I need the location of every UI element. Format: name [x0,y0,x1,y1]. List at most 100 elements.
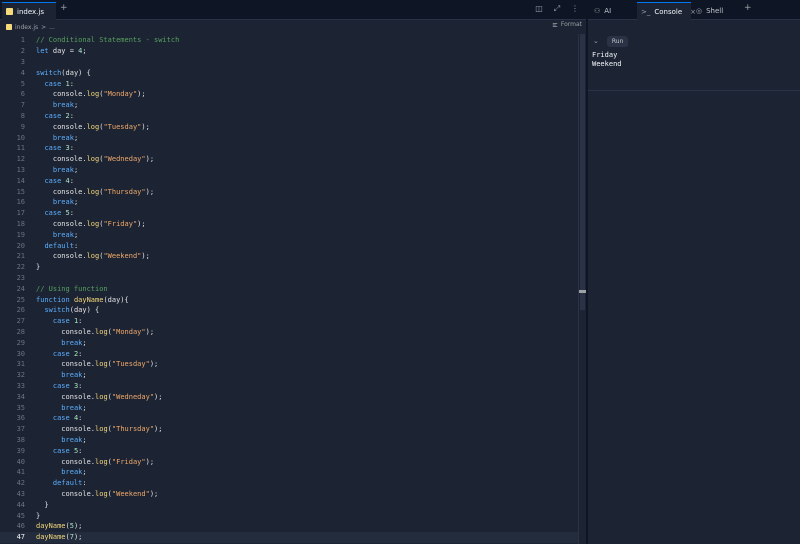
code-line[interactable]: 40 console.log("Friday"); [0,456,578,467]
ai-icon: ⚇ [594,7,601,15]
code-editor[interactable]: 1 // Conditional Statements - switch 2 let … [0,34,586,544]
code-line[interactable]: 31 console.log("Tuesday"); [0,359,578,370]
add-tab-button[interactable]: + [744,3,752,13]
code-line[interactable]: 47 dayName(7); [0,531,578,543]
tab-shell[interactable]: ◎ Shell [692,2,740,20]
line-number: 15 [16,187,25,196]
line-number: 2 [20,47,25,56]
line-number: 37 [16,425,25,434]
code-text: case 5: [44,209,74,218]
line-number: 26 [16,306,25,315]
line-number: 7 [20,101,25,110]
code-line[interactable]: 17 case 5: [0,208,578,219]
line-number: 20 [16,241,25,250]
format-icon [552,22,558,27]
code-line[interactable]: 16 break; [0,197,578,208]
code-line[interactable]: 41 break; [0,467,578,478]
expand-icon[interactable]: ⤢ [552,4,562,14]
code-line[interactable]: 28 console.log("Monday"); [0,327,578,338]
tab-index-js[interactable]: index.js [2,2,56,20]
editor-scrollbar[interactable] [578,34,586,544]
scrollbar-thumb[interactable] [580,34,585,310]
code-line[interactable]: 22} [0,262,578,273]
code-text: break; [52,198,79,207]
editor-tools: ◫ ⤢ ⋮ [534,4,580,14]
code-text: console.log("Weekend"); [36,252,150,261]
code-line[interactable]: 4 switch(day) { [0,67,578,78]
code-line[interactable]: 30 case 2: [0,348,578,359]
code-line[interactable]: 8 case 2: [0,111,578,122]
line-number: 11 [16,144,25,153]
code-line[interactable]: 33 case 3: [0,381,578,392]
code-line[interactable]: 11 case 3: [0,143,578,154]
tab-ai[interactable]: ⚇ AI [590,2,636,20]
add-tab-button[interactable]: + [60,3,68,13]
code-line[interactable]: 3 [0,57,578,68]
code-line[interactable]: 25 function dayName(day){ [0,294,578,305]
console-line: Weekend [592,60,622,68]
code-line[interactable]: 24 // Using function [0,283,578,294]
right-pane: ⚇ AI >_ Console × ◎ Shell + ⌄ Run Friday… [588,0,800,544]
code-text: break; [61,435,87,444]
code-line[interactable]: 27 case 1: [0,316,578,327]
scrollbar-cursor-marker [579,290,586,293]
code-line[interactable]: 13 break; [0,165,578,176]
right-tabbar: ⚇ AI >_ Console × ◎ Shell + [588,0,800,20]
line-number: 8 [20,111,25,120]
code-line[interactable]: 36 case 4: [0,413,578,424]
code-line[interactable]: 42 default: [0,478,578,489]
code-line[interactable]: 10 break; [0,132,578,143]
code-line[interactable]: 12 console.log("Wedneday"); [0,154,578,165]
console-output[interactable]: Friday Weekend [592,51,622,69]
split-pane-icon[interactable]: ◫ [534,4,544,14]
code-text: let day = 4; [36,47,87,56]
code-line[interactable]: 15 console.log("Thursday"); [0,186,578,197]
code-line[interactable]: 19 break; [0,229,578,240]
code-line[interactable]: 1 // Conditional Statements - switch [0,35,578,46]
run-button[interactable]: Run [606,35,629,47]
code-line[interactable]: 29 break; [0,337,578,348]
code-line[interactable]: 23 [0,273,578,284]
code-line[interactable]: 20 default: [0,240,578,251]
code-line[interactable]: 45} [0,510,578,521]
code-line[interactable]: 43 console.log("Weekend"); [0,489,578,500]
code-line[interactable]: 14 case 4: [0,175,578,186]
code-text: case 2: [52,349,83,358]
code-text: case 1: [52,317,83,326]
code-line[interactable]: 35 break; [0,402,578,413]
code-line[interactable]: 46 dayName(5); [0,521,578,532]
code-line[interactable]: 34 console.log("Wedneday"); [0,391,578,402]
chevron-down-icon[interactable]: ⌄ [593,37,599,45]
code-line[interactable]: 2 let day = 4; [0,46,578,57]
code-line[interactable]: 32 break; [0,370,578,381]
code-text: break; [61,338,87,347]
code-line[interactable]: 7 break; [0,100,578,111]
tab-shell-label: Shell [706,7,724,15]
code-line[interactable]: 38 break; [0,435,578,446]
line-number: 31 [16,360,25,369]
line-number: 38 [16,435,25,444]
code-line[interactable]: 37 console.log("Thursday"); [0,424,578,435]
code-text: default: [52,479,87,488]
line-number: 25 [16,295,25,304]
code-line[interactable]: 6 console.log("Monday"); [0,89,578,100]
code-text: console.log("Tuesday"); [36,360,159,369]
code-line[interactable]: 5 case 1: [0,78,578,89]
editor-tabbar: index.js + ◫ ⤢ ⋮ [0,0,586,20]
code-line[interactable]: 18 console.log("Friday"); [0,219,578,230]
format-button[interactable]: Format [552,21,582,28]
code-line[interactable]: 21 console.log("Weekend"); [0,251,578,262]
code-line[interactable]: 39 case 5: [0,445,578,456]
line-number: 35 [16,403,25,412]
breadcrumb-more[interactable]: ... [49,24,55,31]
more-menu-icon[interactable]: ⋮ [570,4,580,14]
tab-console[interactable]: >_ Console × [637,2,696,20]
code-text: break; [52,230,79,239]
code-text: console.log("Friday"); [36,219,146,228]
code-line[interactable]: 26 switch(day) { [0,305,578,316]
code-text: break; [52,133,79,142]
code-line[interactable]: 44 } [0,499,578,510]
line-number: 14 [16,176,25,185]
breadcrumb-file[interactable]: index.js [15,24,38,31]
code-line[interactable]: 9 console.log("Tuesday"); [0,121,578,132]
